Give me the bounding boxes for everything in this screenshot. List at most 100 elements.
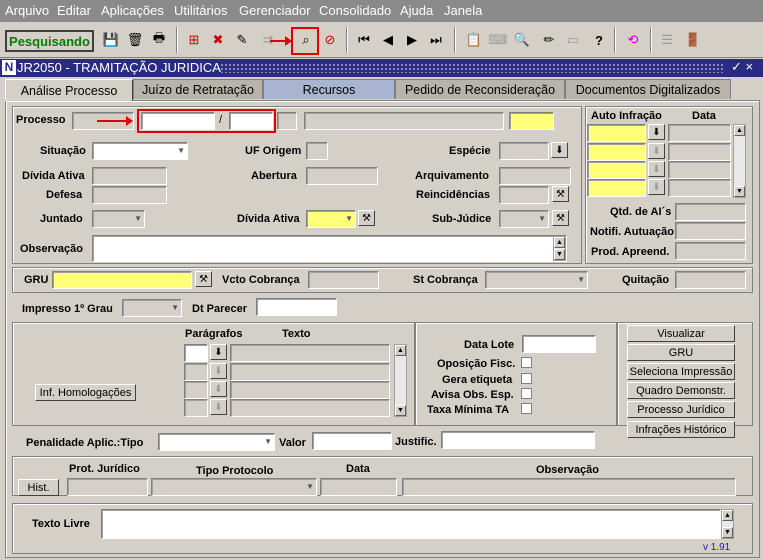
search-icon[interactable]: 🔍 bbox=[512, 29, 532, 51]
paragrafo-lov-icon[interactable]: ⬇ bbox=[210, 344, 227, 360]
menu-aplicacoes[interactable]: Aplicações bbox=[101, 3, 164, 18]
auto-infracao-lov-icon-2[interactable]: ⬇ bbox=[648, 143, 665, 159]
sub-judice-tool-icon[interactable]: ⚒ bbox=[552, 210, 569, 226]
window-controls[interactable]: ✓ × bbox=[731, 59, 753, 75]
auto-infracao-lov-icon[interactable]: ⬇ bbox=[648, 124, 665, 140]
sub-judice-select[interactable] bbox=[499, 210, 549, 228]
quitacao-field[interactable] bbox=[675, 271, 746, 289]
remove-record-icon[interactable]: ✖ bbox=[208, 29, 228, 51]
scroll-up-icon[interactable]: ▲ bbox=[722, 510, 733, 521]
cancel-query-icon[interactable]: ⊘ bbox=[320, 29, 340, 51]
auto-infracao-scrollbar[interactable]: ▲ ▼ bbox=[733, 124, 746, 198]
reincidencias-tool-icon[interactable]: ⚒ bbox=[552, 186, 569, 202]
paragrafo-row4[interactable] bbox=[184, 399, 208, 417]
processo-status-field[interactable] bbox=[509, 112, 554, 130]
gru-button[interactable]: GRU bbox=[627, 344, 735, 361]
prod-apreend-field[interactable] bbox=[675, 242, 746, 260]
scroll-up-icon[interactable]: ▲ bbox=[554, 237, 565, 248]
auto-infracao-row2[interactable] bbox=[587, 143, 646, 161]
juntado-select[interactable] bbox=[92, 210, 145, 228]
auto-data-row2[interactable] bbox=[668, 143, 731, 161]
vcto-cobranca-field[interactable] bbox=[308, 271, 379, 289]
scroll-up-icon[interactable]: ▲ bbox=[734, 125, 745, 136]
gru-tool-icon[interactable]: ⚒ bbox=[195, 271, 212, 287]
next-record-icon[interactable]: ▶ bbox=[402, 29, 422, 51]
auto-data-row4[interactable] bbox=[668, 179, 731, 197]
texto-row3[interactable] bbox=[230, 381, 390, 399]
processo-description-field[interactable] bbox=[304, 112, 504, 130]
tab-juizo-retratacao[interactable]: Juízo de Retratação bbox=[133, 79, 263, 99]
avisa-obs-checkbox[interactable] bbox=[521, 388, 532, 399]
st-cobranca-select[interactable] bbox=[485, 271, 588, 289]
justific-field[interactable] bbox=[441, 431, 595, 449]
defesa-field[interactable] bbox=[92, 186, 167, 204]
uf-origem-field[interactable] bbox=[306, 142, 328, 160]
penalidade-tipo-select[interactable] bbox=[158, 433, 275, 451]
visualizar-button[interactable]: Visualizar bbox=[627, 325, 735, 342]
texto-livre-scrollbar[interactable]: ▲ ▼ bbox=[721, 509, 734, 539]
paragrafo-lov-icon-2[interactable]: ⬇ bbox=[210, 363, 227, 379]
paragrafo-lov-icon-3[interactable]: ⬇ bbox=[210, 381, 227, 397]
processo-digit-field[interactable] bbox=[277, 112, 297, 130]
situacao-select[interactable] bbox=[92, 142, 188, 160]
tab-pedido-reconsideracao[interactable]: Pedido de Reconsideração bbox=[395, 79, 565, 99]
impresso-select[interactable] bbox=[122, 299, 182, 317]
edit-icon[interactable]: ✏ bbox=[539, 29, 559, 51]
infracoes-historico-button[interactable]: Infrações Histórico bbox=[627, 421, 735, 438]
menu-consolidado[interactable]: Consolidado bbox=[319, 3, 391, 18]
gru-field[interactable] bbox=[52, 271, 192, 289]
document-icon[interactable]: ▭ bbox=[563, 29, 583, 51]
insert-record-icon[interactable]: ⊞ bbox=[184, 29, 204, 51]
exit-icon[interactable]: 🚪 bbox=[683, 29, 703, 51]
save-icon[interactable]: 💾 bbox=[101, 29, 121, 51]
paragrafo-row1[interactable] bbox=[184, 344, 208, 362]
divida-ativa-field[interactable] bbox=[92, 167, 167, 185]
prot-juridico-field[interactable] bbox=[67, 478, 148, 496]
divida-ativa-tool-icon[interactable]: ⚒ bbox=[358, 210, 375, 226]
hist-button[interactable]: Hist. bbox=[18, 479, 59, 496]
auto-infracao-lov-icon-4[interactable]: ⬇ bbox=[648, 179, 665, 195]
menu-arquivo[interactable]: Arquivo bbox=[5, 3, 49, 18]
texto-livre-field[interactable] bbox=[101, 509, 721, 539]
menu-gerenciador[interactable]: Gerenciador bbox=[239, 3, 311, 18]
reincidencias-field[interactable] bbox=[499, 186, 549, 204]
clear-icon[interactable]: ✎ bbox=[232, 29, 252, 51]
list-values-icon[interactable]: 📋 bbox=[464, 29, 484, 51]
menu-editar[interactable]: Editar bbox=[57, 3, 91, 18]
seleciona-impressao-button[interactable]: Seleciona Impressão bbox=[627, 363, 735, 380]
auto-data-row1[interactable] bbox=[668, 124, 731, 142]
dt-parecer-field[interactable] bbox=[256, 298, 337, 316]
tab-documentos-digitalizados[interactable]: Documentos Digitalizados bbox=[565, 79, 731, 99]
valor-field[interactable] bbox=[312, 432, 392, 450]
inf-homologacoes-button[interactable]: Inf. Homologações bbox=[35, 384, 136, 401]
taxa-minima-checkbox[interactable] bbox=[521, 403, 532, 414]
scroll-down-icon[interactable]: ▼ bbox=[722, 527, 733, 538]
auto-infracao-row4[interactable] bbox=[587, 179, 646, 197]
quadro-demonstr-button[interactable]: Quadro Demonstr. bbox=[627, 382, 735, 399]
tab-analise-processo[interactable]: Análise Processo bbox=[5, 79, 133, 101]
gera-etiqueta-checkbox[interactable] bbox=[521, 373, 532, 384]
observacao-scrollbar[interactable]: ▲ ▼ bbox=[553, 236, 566, 261]
texto-row2[interactable] bbox=[230, 363, 390, 381]
scroll-up-icon[interactable]: ▲ bbox=[395, 345, 406, 356]
tab-recursos[interactable]: Recursos bbox=[263, 79, 395, 99]
texto-row4[interactable] bbox=[230, 399, 390, 417]
last-record-icon[interactable]: ⏭ bbox=[426, 29, 446, 51]
data-lote-field[interactable] bbox=[522, 335, 596, 353]
arquivamento-field[interactable] bbox=[499, 167, 571, 185]
auto-data-row3[interactable] bbox=[668, 161, 731, 179]
auto-infracao-row3[interactable] bbox=[587, 161, 646, 179]
refresh-icon[interactable]: ⟲ bbox=[623, 29, 643, 51]
help-icon[interactable]: ? bbox=[589, 29, 609, 51]
hist-data-field[interactable] bbox=[320, 478, 397, 496]
menu-utilitarios[interactable]: Utilitários bbox=[174, 3, 227, 18]
tipo-protocolo-select[interactable] bbox=[151, 478, 317, 496]
auto-infracao-lov-icon-3[interactable]: ⬇ bbox=[648, 161, 665, 177]
notif-autuacao-field[interactable] bbox=[675, 222, 746, 240]
paragrafo-row2[interactable] bbox=[184, 363, 208, 381]
menu-janela[interactable]: Janela bbox=[444, 3, 482, 18]
especie-field[interactable] bbox=[499, 142, 549, 160]
qtd-ais-field[interactable] bbox=[675, 203, 746, 221]
print-icon[interactable]: 🖶 bbox=[149, 29, 169, 51]
window-icon[interactable]: ☰ bbox=[657, 29, 677, 51]
